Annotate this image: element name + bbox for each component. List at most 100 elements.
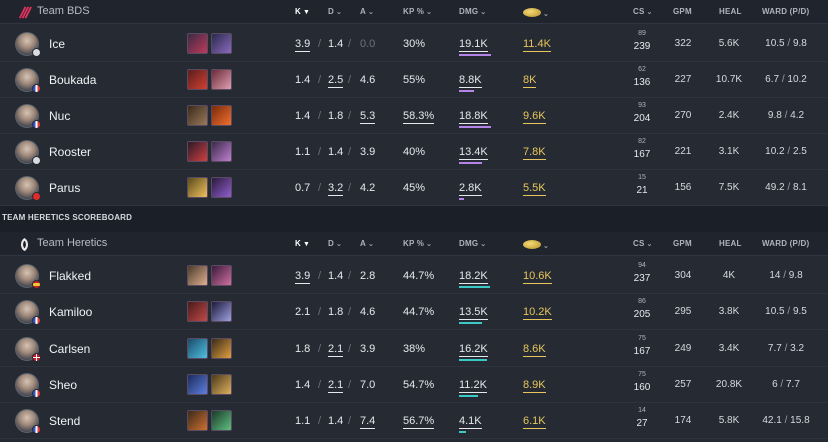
chevron-down-icon: ⌄ (543, 11, 550, 18)
damage: 2.8K (459, 182, 482, 196)
player-name[interactable]: Flakked (49, 269, 91, 283)
sort-ward-button[interactable]: WARD (P/D) (762, 7, 809, 16)
player-name[interactable]: Rooster (49, 145, 91, 159)
sort-kp-button[interactable]: KP % ⌄ (403, 239, 432, 248)
country-flag-icon (32, 280, 41, 289)
separator: / (348, 306, 352, 319)
player-row[interactable]: Boukada 1.4 / 2.5 / 4.6 55% 8.8K 8K 62 1… (0, 62, 828, 98)
sort-cs-button[interactable]: CS ⌄ (633, 7, 653, 16)
player-row[interactable]: Sheo 1.4 / 2.1 / 7.0 54.7% 11.2K 8.9K 75… (0, 367, 828, 403)
sort-heal-button[interactable]: HEAL (719, 7, 742, 16)
damage-bar (459, 162, 482, 164)
sort-gold-button[interactable]: ⌄ (523, 7, 549, 18)
sort-d-button[interactable]: D ⌄ (328, 239, 342, 248)
wards-placed: 42.1 (762, 415, 782, 427)
separator: / (348, 146, 352, 158)
wards: 9.8 / 4.2 (762, 110, 810, 121)
kill-participation: 45% (403, 182, 426, 194)
cs-at-minute: 89 (638, 30, 646, 37)
player-name[interactable]: Stend (49, 414, 80, 428)
col-label: D (328, 7, 334, 16)
deaths: 1.8 (328, 110, 344, 122)
gold-earned: 7.8K (523, 146, 546, 160)
wards: 42.1 / 15.8 (762, 415, 810, 426)
creep-score: 239 (633, 41, 651, 52)
separator: / (318, 415, 322, 428)
wards-destroyed: 2.5 (792, 146, 807, 157)
assists: 4.6 (360, 74, 376, 86)
col-label: D (328, 239, 334, 248)
gpm: 227 (674, 74, 692, 85)
cs-at-minute: 82 (638, 138, 646, 145)
gpm: 322 (674, 38, 692, 49)
separator: / (318, 38, 322, 50)
wards-destroyed: 4.2 (790, 110, 805, 121)
heal: 3.4K (718, 342, 740, 354)
sort-k-button[interactable]: K ▼ (295, 239, 310, 248)
heal: 4K (722, 270, 736, 281)
wards-placed: 9.8 (767, 110, 782, 121)
kills: 1.1 (295, 415, 311, 428)
section-title: TEAM HERETICS SCOREBOARD (2, 213, 133, 222)
heal: 2.4K (718, 110, 740, 121)
player-name[interactable]: Boukada (49, 73, 96, 87)
player-name[interactable]: Ice (49, 37, 65, 51)
deaths: 1.4 (328, 415, 344, 428)
gpm: 304 (674, 270, 692, 281)
player-row[interactable]: Stend 1.1 / 1.4 / 7.4 56.7% 4.1K 6.1K 14… (0, 403, 828, 440)
damage: 16.2K (459, 342, 488, 357)
player-name[interactable]: Sheo (49, 378, 77, 392)
col-label: HEAL (719, 7, 742, 16)
sort-a-button[interactable]: A ⌄ (360, 7, 374, 16)
sort-dmg-button[interactable]: DMG ⌄ (459, 7, 486, 16)
kills: 1.4 (295, 110, 311, 122)
wards: 7.7 / 3.2 (762, 343, 810, 354)
wards-placed: 6.7 (765, 74, 780, 85)
chevron-down-icon: ⌄ (426, 9, 433, 16)
gpm: 221 (674, 146, 692, 157)
gpm: 174 (674, 415, 692, 427)
sort-a-button[interactable]: A ⌄ (360, 239, 374, 248)
creep-score: 237 (633, 273, 651, 284)
creep-score: 136 (633, 77, 651, 88)
player-name[interactable]: Parus (49, 181, 80, 195)
champion-icon (187, 177, 208, 198)
player-row[interactable]: Kamiloo 2.1 / 1.8 / 4.6 44.7% 13.5K 10.2… (0, 294, 828, 331)
sort-heal-button[interactable]: HEAL (719, 239, 742, 248)
damage: 19.1K (459, 38, 488, 52)
player-name[interactable]: Nuc (49, 109, 70, 123)
col-label: HEAL (719, 239, 742, 248)
col-label: KP % (403, 7, 425, 16)
sort-gpm-button[interactable]: GPM (673, 239, 692, 248)
kill-participation: 56.7% (403, 415, 435, 430)
sort-gold-button[interactable]: ⌄ (523, 239, 549, 250)
assists: 0.0 (360, 38, 376, 50)
separator: / (348, 110, 352, 122)
gold-earned: 8.6K (523, 342, 546, 357)
col-label: GPM (673, 7, 692, 16)
player-row[interactable]: Parus 0.7 / 3.2 / 4.2 45% 2.8K 5.5K 15 2… (0, 170, 828, 206)
sort-dmg-button[interactable]: DMG ⌄ (459, 239, 486, 248)
player-name[interactable]: Carlsen (49, 342, 90, 356)
player-row[interactable]: Ice 3.9 / 1.4 / 0.0 30% 19.1K 11.4K 89 2… (0, 26, 828, 62)
player-name[interactable]: Kamiloo (49, 305, 92, 319)
wards-placed: 10.5 (765, 38, 785, 49)
player-row[interactable]: Carlsen 1.8 / 2.1 / 3.9 38% 16.2K 8.6K 7… (0, 331, 828, 367)
champion-icon (211, 373, 232, 395)
gold-earned: 10.2K (523, 306, 552, 321)
separator: / (348, 38, 352, 50)
damage-bar (459, 90, 474, 92)
player-row[interactable]: Flakked 3.9 / 1.4 / 2.8 44.7% 18.2K 10.6… (0, 258, 828, 294)
player-row[interactable]: Rooster 1.1 / 1.4 / 3.9 40% 13.4K 7.8K 8… (0, 134, 828, 170)
kills: 1.8 (295, 342, 311, 355)
sort-cs-button[interactable]: CS ⌄ (633, 239, 653, 248)
kill-participation: 58.3% (403, 110, 435, 124)
sort-d-button[interactable]: D ⌄ (328, 7, 342, 16)
champion-icon (211, 265, 232, 286)
sort-kp-button[interactable]: KP % ⌄ (403, 7, 432, 16)
sort-k-button[interactable]: K ▼ (295, 7, 310, 16)
team-bds-header: Team BDS K ▼ D ⌄ A ⌄ KP % ⌄ DMG ⌄ ⌄ CS ⌄ GPM H… (0, 0, 828, 24)
player-row[interactable]: Nuc 1.4 / 1.8 / 5.3 58.3% 18.8K 9.6K 93 … (0, 98, 828, 134)
sort-gpm-button[interactable]: GPM (673, 7, 692, 16)
sort-ward-button[interactable]: WARD (P/D) (762, 239, 809, 248)
